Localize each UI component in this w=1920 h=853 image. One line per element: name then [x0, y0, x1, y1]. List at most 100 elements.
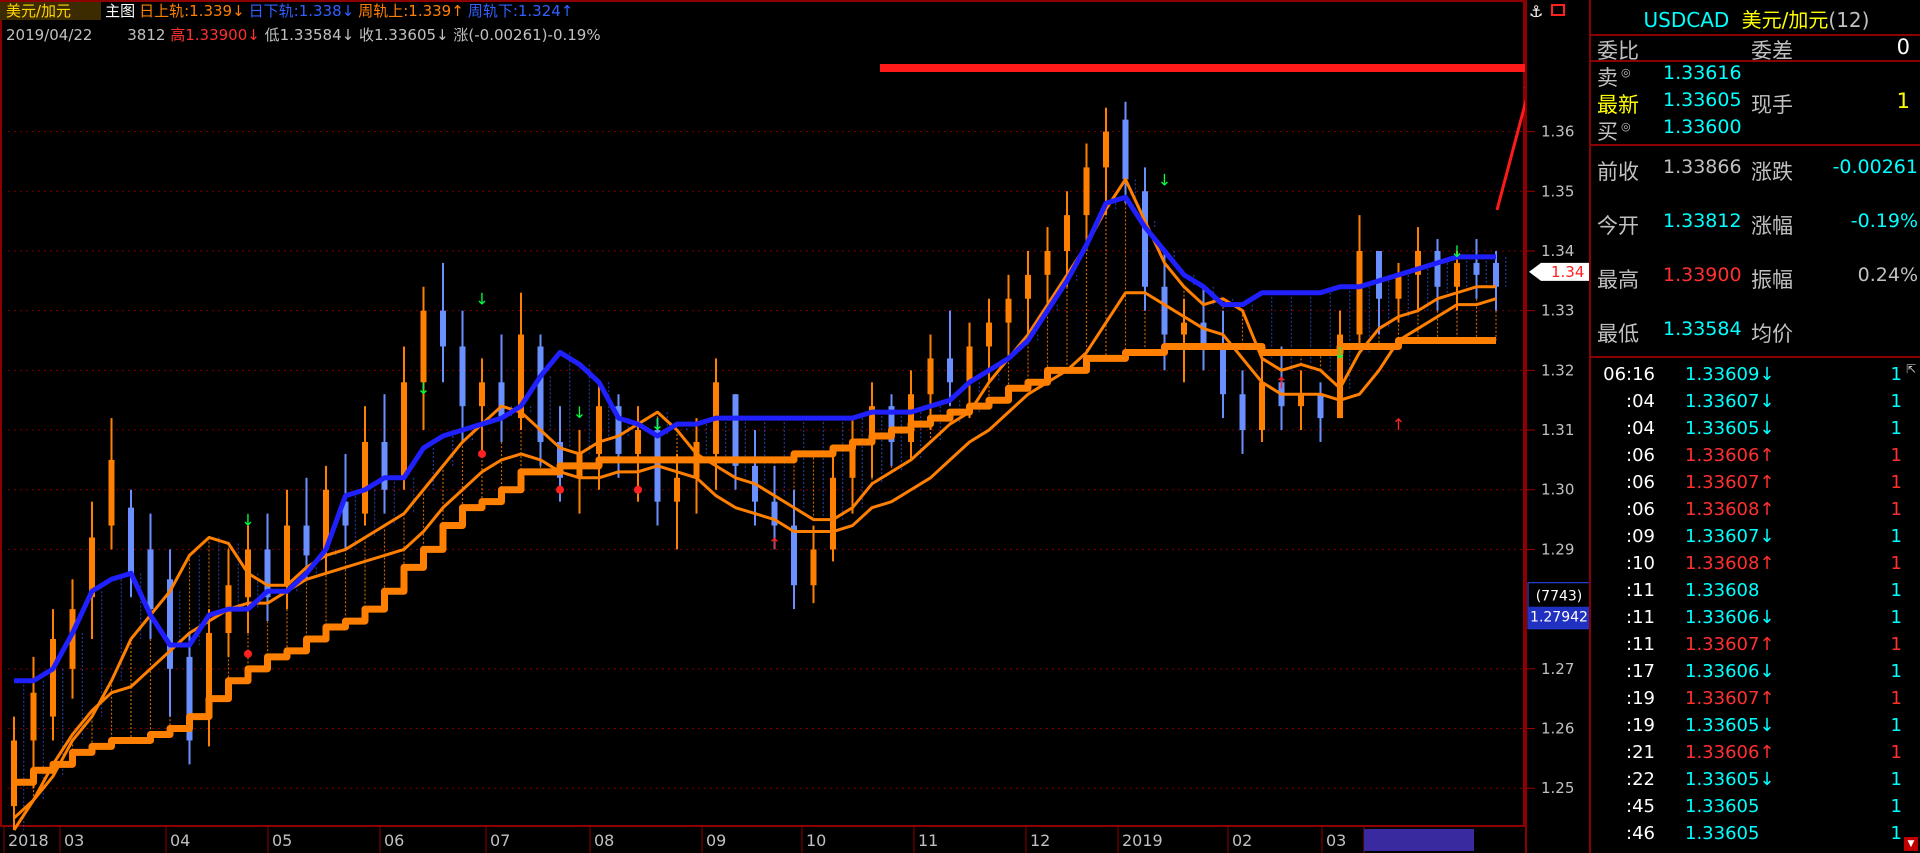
candle-body: [1044, 250, 1051, 275]
avg-label: 均价: [1751, 322, 1793, 346]
candle-body: [1317, 394, 1324, 419]
symbol-code: USDCAD: [1643, 8, 1730, 32]
low-label: 最低: [1597, 322, 1639, 346]
amp-label: 振幅: [1751, 268, 1793, 292]
candle-body: [1181, 322, 1187, 335]
candle-body: [420, 310, 427, 383]
prev-close-label: 前收: [1597, 160, 1639, 184]
ohlc-header: 2019/04/22 3812 高1.33900↓ 低1.33584↓ 收1.3…: [6, 24, 601, 46]
tick-volume: 1: [1890, 742, 1902, 763]
tick-row: :06 1.33606↑ 1: [1591, 445, 1920, 471]
tick-price: 1.33607↑: [1685, 472, 1775, 493]
tick-time: 06:16: [1603, 364, 1655, 385]
signal-down-marker: ↓: [475, 290, 488, 309]
tick-price: 1.33606↑: [1685, 445, 1775, 466]
tick-volume: 1: [1890, 364, 1902, 385]
quote-title: USDCAD 美元/加元(12): [1591, 4, 1920, 33]
x-tick-label: 02: [1232, 831, 1252, 850]
latest-row: 最新 1.33605 现手 1: [1591, 89, 1920, 117]
tick-price: 1.33605↓: [1685, 715, 1775, 736]
candle-body: [459, 346, 466, 407]
crosshair-label: (7743): [1536, 589, 1583, 605]
tick-volume: 1: [1890, 715, 1902, 736]
y-tick-label: 1.30: [1541, 481, 1574, 499]
y-tick-label: 1.34: [1541, 242, 1574, 260]
tick-volume: 1: [1890, 472, 1902, 493]
tick-volume: 1: [1890, 661, 1902, 682]
high-label: 最高: [1597, 268, 1639, 292]
tick-volume: 1: [1890, 607, 1902, 628]
signal-dot-marker: [634, 485, 642, 494]
candle-body: [381, 441, 388, 490]
candle-body: [303, 525, 310, 556]
candle-body: [498, 382, 505, 419]
header-item-0: 美元/加元: [0, 2, 102, 20]
scroll-up-icon[interactable]: ⇱: [1904, 362, 1918, 376]
candle-body: [1025, 274, 1031, 299]
pct-value: -0.19%: [1850, 210, 1918, 232]
candle-body: [1493, 262, 1499, 287]
candle-body: [966, 346, 973, 383]
chart-area[interactable]: ↓ ↓ ↓ ↓ ↓ ↑ ↓ ↑ ↓ ↑ ↓ 2018 03 04 05 06 07 08 09 10 11 12 2019 0…: [0, 0, 1525, 853]
tick-row: :22 1.33605↓ 1: [1591, 769, 1920, 795]
candle-body: [908, 394, 914, 442]
tick-price: 1.33607↑: [1685, 634, 1775, 655]
candle-body: [1103, 131, 1109, 168]
scroll-down-icon[interactable]: ▼: [1904, 837, 1918, 851]
signal-down-marker: ↓: [241, 511, 254, 530]
bar-low: 低1.33584↓: [264, 26, 355, 44]
tick-row: 06:16 1.33609↓ 1: [1591, 364, 1920, 390]
candle-body: [11, 740, 17, 807]
tick-row: :04 1.33605↓ 1: [1591, 418, 1920, 444]
candle-body: [1434, 250, 1441, 287]
open-label: 今开: [1597, 214, 1639, 238]
y-axis-labels: 1.25 1.26 1.27 1.29 1.30 1.31 1.32 1.33 1.34 1.35…: [1527, 123, 1591, 797]
tick-row: :46 1.33605 1: [1591, 823, 1920, 849]
tick-volume: 1: [1890, 634, 1902, 655]
candle-body: [674, 477, 680, 502]
candle-body: [596, 406, 602, 454]
bar-high: 高1.33900↓: [170, 26, 260, 44]
price-chart[interactable]: ↓ ↓ ↓ ↓ ↓ ↑ ↓ ↑ ↓ ↑ ↓ 2018 03 04 05 06 07 08 09 10 11 12 2019 0…: [0, 0, 1525, 853]
prev-close-row: 前收 1.33866 涨跌 -0.00261: [1591, 156, 1920, 184]
y-tick-label: 1.33: [1541, 302, 1574, 320]
candle-body: [1395, 274, 1402, 299]
bar-change: 涨(-0.00261)-0.19%: [453, 26, 601, 44]
tick-row: :10 1.33608↑ 1: [1591, 553, 1920, 579]
candle-body: [830, 477, 836, 550]
header-item-5: 周轨下:1.324↑: [467, 2, 574, 20]
candle-body: [947, 358, 953, 383]
candle-body: [1376, 250, 1382, 299]
price-axis: ⚓ 1.25 1.26 1.27 1.29 1.30 1.31 1.32 1.33 1.34 1.…: [1525, 0, 1591, 853]
y-tick-label: 1.27: [1541, 660, 1574, 678]
current-price-label: 1.34: [1551, 263, 1584, 281]
tick-time: :06: [1626, 445, 1655, 466]
candle-body: [284, 525, 290, 586]
bar-open-tail: 3812: [127, 26, 166, 44]
tick-row: :09 1.33607↓ 1: [1591, 526, 1920, 552]
tick-time: :11: [1626, 580, 1655, 601]
candle-body: [362, 441, 368, 514]
signal-down-marker: ↓: [573, 403, 586, 422]
tick-volume: 1: [1890, 526, 1902, 547]
tick-volume: 1: [1890, 580, 1902, 601]
candle-body: [1454, 262, 1460, 287]
signal-down-marker: ↓: [1450, 242, 1463, 261]
y-tick-label: 1.32: [1541, 361, 1574, 379]
tick-volume: 1: [1890, 796, 1902, 817]
sell-row: 卖 ◎ 1.33616: [1591, 62, 1920, 90]
tick-row: :19 1.33605↓ 1: [1591, 715, 1920, 741]
candle-body: [1083, 167, 1090, 216]
tick-volume: 1: [1890, 553, 1902, 574]
y-tick-label: 1.31: [1541, 421, 1574, 439]
header-item-2: 日上轨:1.339↓: [139, 2, 245, 20]
candle-body: [1356, 250, 1363, 335]
tick-time: :04: [1626, 391, 1655, 412]
header-item-4: 周轨上:1.339↑: [358, 2, 464, 20]
signal-up-marker: ↑: [1275, 373, 1288, 392]
sell-dot-icon: ◎: [1621, 66, 1631, 79]
x-current-date-box: [1364, 829, 1474, 851]
candle-body: [732, 394, 739, 466]
change-value: -0.00261: [1832, 156, 1918, 178]
prev-close-value: 1.33866: [1663, 156, 1742, 178]
